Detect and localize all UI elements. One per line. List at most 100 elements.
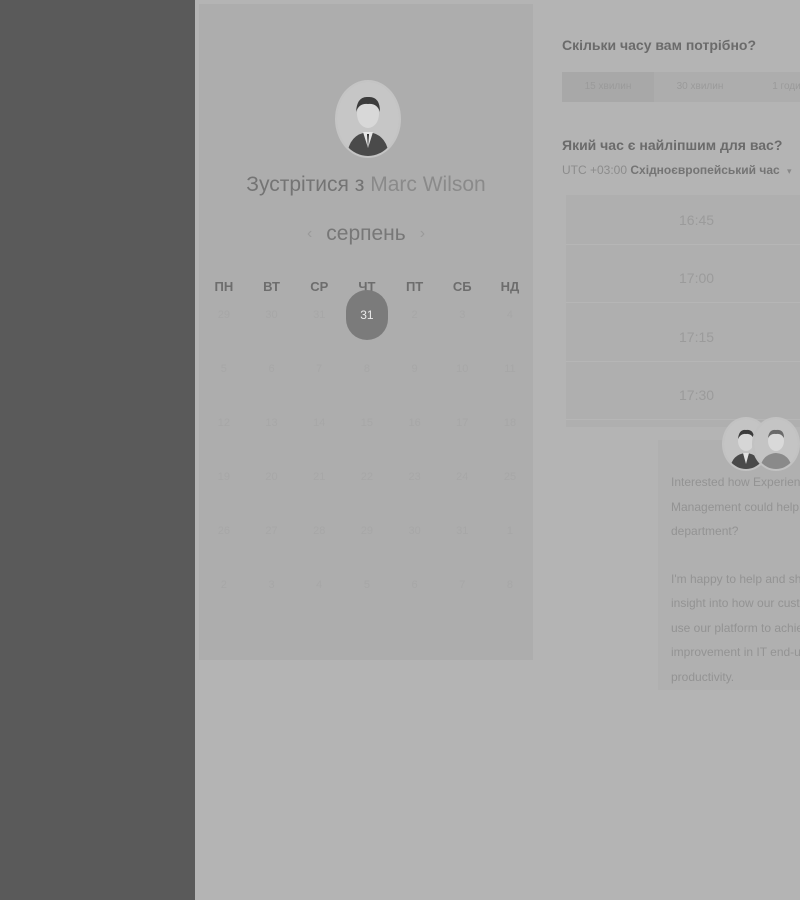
chevron-down-icon: ▾ bbox=[787, 166, 792, 176]
calendar-day[interactable]: 23 bbox=[391, 450, 439, 504]
time-slot[interactable]: 17:30 bbox=[566, 370, 800, 420]
calendar-day[interactable]: 24 bbox=[438, 450, 486, 504]
day-number: 21 bbox=[313, 471, 326, 483]
calendar-day[interactable]: 10 bbox=[438, 342, 486, 396]
calendar-day[interactable]: 2 bbox=[391, 288, 439, 342]
calendar-day[interactable]: 30 bbox=[248, 288, 296, 342]
day-number: 7 bbox=[316, 363, 323, 375]
day-number: 8 bbox=[363, 363, 370, 375]
day-number: 7 bbox=[459, 579, 466, 591]
calendar-day[interactable]: 3 bbox=[248, 558, 296, 612]
day-number: 22 bbox=[360, 471, 374, 483]
day-number: 27 bbox=[265, 525, 278, 537]
host-name: Marc Wilson bbox=[370, 173, 486, 196]
calendar-day[interactable]: 31 bbox=[438, 504, 486, 558]
calendar-day[interactable]: 22 bbox=[343, 450, 391, 504]
calendar-day[interactable]: 21 bbox=[295, 450, 343, 504]
calendar-day[interactable]: 31 bbox=[295, 288, 343, 342]
calendar-day[interactable]: 12 bbox=[200, 396, 248, 450]
person-avatar-icon bbox=[337, 82, 399, 156]
day-number: 24 bbox=[456, 471, 469, 483]
calendar-day[interactable]: 7 bbox=[438, 558, 486, 612]
duration-option-15[interactable]: 15 хвилин bbox=[562, 72, 654, 102]
calendar-day[interactable]: 4 bbox=[295, 558, 343, 612]
host-avatar bbox=[335, 80, 401, 158]
calendar-day[interactable]: 15 bbox=[343, 396, 391, 450]
day-number: 4 bbox=[316, 579, 323, 591]
calendar-day[interactable]: 4 bbox=[486, 288, 534, 342]
day-number: 31 bbox=[456, 525, 469, 537]
calendar-day[interactable]: 16 bbox=[391, 396, 439, 450]
day-number: 2 bbox=[220, 579, 227, 591]
duration-heading: Скільки часу вам потрібно? bbox=[562, 37, 757, 53]
day-number: 6 bbox=[268, 363, 275, 375]
calendar-day[interactable]: 5 bbox=[200, 342, 248, 396]
calendar-day[interactable]: 20 bbox=[248, 450, 296, 504]
day-number: 18 bbox=[503, 417, 517, 429]
calendar-day[interactable]: 29 bbox=[200, 288, 248, 342]
day-number: 19 bbox=[217, 471, 230, 483]
team-avatars bbox=[722, 417, 800, 471]
duration-option-30[interactable]: 30 хвилин bbox=[654, 72, 746, 102]
calendar-day[interactable]: 30 bbox=[391, 504, 439, 558]
prev-month-icon[interactable]: ‹ bbox=[307, 225, 312, 243]
day-number: 3 bbox=[268, 579, 275, 591]
calendar-day[interactable]: 29 bbox=[343, 504, 391, 558]
calendar-day[interactable]: 25 bbox=[486, 450, 534, 504]
message-line: insight into how our customers bbox=[671, 596, 800, 610]
calendar-day[interactable]: 13 bbox=[248, 396, 296, 450]
meeting-title-prefix: Зустрітися з bbox=[246, 173, 365, 196]
day-number: 6 bbox=[411, 579, 418, 591]
day-number: 14 bbox=[313, 417, 326, 429]
calendar-day[interactable]: 17 bbox=[438, 396, 486, 450]
day-number: 5 bbox=[220, 363, 227, 375]
day-number: 20 bbox=[265, 471, 278, 483]
timezone-name: Східноєвропейський час bbox=[630, 163, 780, 177]
calendar-day-selected[interactable]: 31 bbox=[343, 288, 391, 342]
day-number: 12 bbox=[217, 417, 230, 429]
selected-day-number: 31 bbox=[345, 290, 388, 340]
time-slot[interactable]: 17:00 bbox=[566, 253, 800, 303]
message-line: I'm happy to help and share bbox=[671, 571, 800, 586]
calendar-day[interactable]: 6 bbox=[248, 342, 296, 396]
day-number: 1 bbox=[506, 525, 514, 537]
day-number: 30 bbox=[408, 525, 421, 537]
message-line: use our platform to achieve bbox=[671, 620, 800, 635]
day-number: 9 bbox=[411, 363, 418, 375]
calendar-day[interactable]: 11 bbox=[486, 342, 534, 396]
time-slot[interactable]: 16:45 bbox=[566, 195, 800, 245]
duration-option-60[interactable]: 1 година bbox=[746, 72, 800, 102]
day-number: 3 bbox=[459, 309, 466, 321]
month-navigation: ‹ серпень › bbox=[199, 220, 533, 248]
day-number: 25 bbox=[503, 471, 517, 483]
day-number: 29 bbox=[360, 525, 374, 537]
calendar-day[interactable]: 7 bbox=[295, 342, 343, 396]
calendar-day[interactable]: 9 bbox=[391, 342, 439, 396]
calendar-day[interactable]: 5 bbox=[343, 558, 391, 612]
next-month-icon[interactable]: › bbox=[420, 225, 425, 243]
timezone-selector[interactable]: UTC +03:00 Східноєвропейський час ▾ bbox=[562, 163, 792, 177]
day-number: 17 bbox=[456, 417, 469, 429]
message-line: improvement in IT end-user bbox=[671, 645, 800, 659]
calendar-day[interactable]: 28 bbox=[295, 504, 343, 558]
calendar-day[interactable]: 1 bbox=[486, 504, 534, 558]
calendar-day[interactable]: 3 bbox=[438, 288, 486, 342]
day-number: 28 bbox=[313, 525, 326, 537]
calendar-day[interactable]: 19 bbox=[200, 450, 248, 504]
dim-overlay-left bbox=[0, 0, 195, 900]
calendar-day[interactable]: 14 bbox=[295, 396, 343, 450]
day-number: 23 bbox=[408, 471, 421, 483]
calendar-day[interactable]: 18 bbox=[486, 396, 534, 450]
message-line: Management could help your IT bbox=[671, 499, 800, 514]
day-number: 5 bbox=[363, 579, 370, 591]
calendar-day[interactable]: 8 bbox=[343, 342, 391, 396]
day-number: 4 bbox=[506, 309, 514, 321]
calendar-day[interactable]: 8 bbox=[486, 558, 534, 612]
calendar-day[interactable]: 27 bbox=[248, 504, 296, 558]
day-number: 16 bbox=[408, 417, 421, 429]
time-slot[interactable]: 17:15 bbox=[566, 312, 800, 362]
calendar-day[interactable]: 6 bbox=[391, 558, 439, 612]
calendar-day[interactable]: 26 bbox=[200, 504, 248, 558]
calendar-day[interactable]: 2 bbox=[200, 558, 248, 612]
day-number: 8 bbox=[506, 579, 514, 591]
